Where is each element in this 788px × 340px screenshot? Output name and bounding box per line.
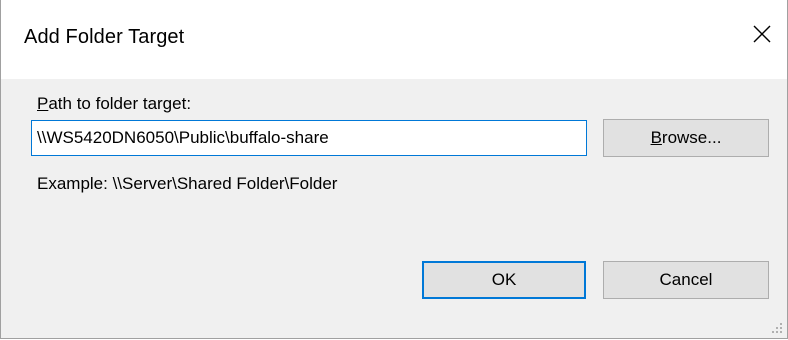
close-icon bbox=[753, 25, 771, 43]
close-button[interactable] bbox=[737, 10, 787, 58]
cancel-button[interactable]: Cancel bbox=[603, 261, 769, 299]
title-bar[interactable]: Add Folder Target bbox=[1, 0, 787, 79]
path-label-accelerator: P bbox=[37, 94, 49, 113]
dialog-body: Path to folder target: Browse... Example… bbox=[1, 79, 787, 338]
path-label: Path to folder target: bbox=[37, 94, 191, 114]
dialog-title: Add Folder Target bbox=[24, 26, 185, 48]
resize-grip-icon[interactable] bbox=[771, 322, 783, 334]
path-input[interactable] bbox=[31, 120, 587, 156]
browse-label: rowse... bbox=[661, 128, 722, 147]
ok-button[interactable]: OK bbox=[422, 261, 586, 299]
path-label-text: ath to folder target: bbox=[48, 94, 192, 113]
example-text: Example: \\Server\Shared Folder\Folder bbox=[37, 174, 338, 193]
browse-button[interactable]: Browse... bbox=[603, 119, 769, 157]
add-folder-target-dialog: Add Folder Target Path to folder target:… bbox=[0, 0, 788, 339]
browse-accelerator: B bbox=[650, 128, 662, 147]
